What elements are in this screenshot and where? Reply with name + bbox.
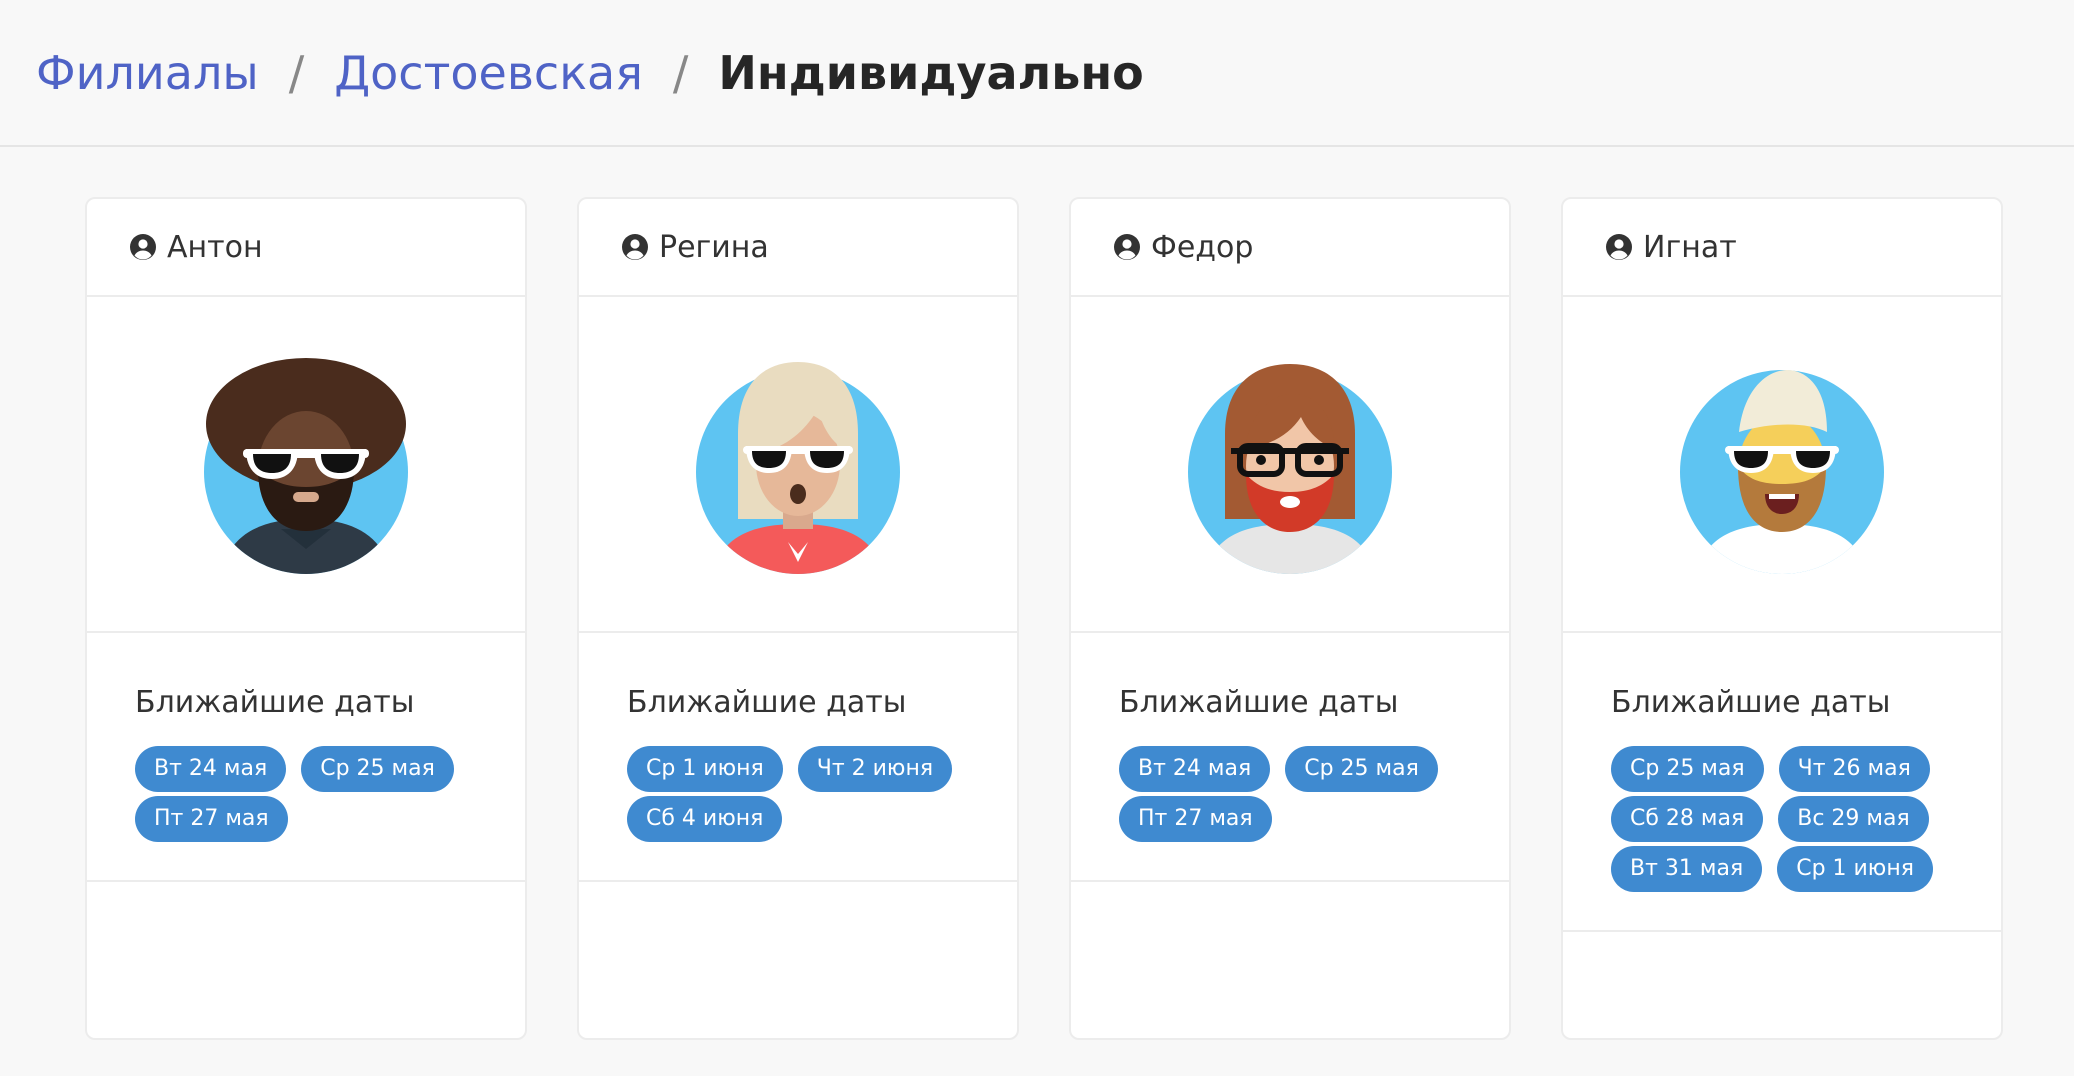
date-list: Вт 24 мая Ср 25 мая Пт 27 мая [1119,746,1467,842]
date-list: Ср 25 мая Чт 26 мая Сб 28 мая Вс 29 мая … [1611,746,1959,892]
date-pill[interactable]: Ср 25 мая [1285,746,1438,792]
date-pill[interactable]: Пт 27 мая [135,796,288,842]
avatar-container [579,297,1017,633]
card-dates-section: Ближайшие даты Вт 24 мая Ср 25 мая Пт 27… [87,633,525,882]
card-header: Регина [579,199,1017,297]
card-header: Антон [87,199,525,297]
avatar-blonde-woman-sunglasses-icon [696,362,900,574]
trainer-name: Регина [659,229,769,265]
breadcrumb: Филиалы / Достоевская / Индивидуально [0,0,2074,147]
trainer-card-regina[interactable]: Регина Ближайшие даты Ср 1 июня Чт 2 июн… [577,197,1019,1040]
date-pill[interactable]: Чт 26 мая [1778,746,1930,792]
trainer-cards: Антон Ближайшие даты Вт 24 мая Ср 25 мая… [85,197,2003,1040]
breadcrumb-link-dostoevskaya[interactable]: Достоевская [334,46,643,100]
trainer-card-anton[interactable]: Антон Ближайшие даты Вт 24 мая Ср 25 мая… [85,197,527,1040]
date-pill[interactable]: Вт 24 мая [1119,746,1271,792]
user-circle-icon [130,234,156,260]
card-dates-section: Ближайшие даты Ср 25 мая Чт 26 мая Сб 28… [1563,633,2001,932]
trainer-card-ignat[interactable]: Игнат Ближайшие даты Ср 25 мая Чт 26 мая… [1561,197,2003,1040]
avatar-container [1563,297,2001,633]
breadcrumb-separator: / [288,45,305,100]
page-title: Индивидуально [718,45,1144,100]
avatar-redhead-beard-glasses-icon [1188,364,1392,574]
date-pill[interactable]: Сб 28 мая [1611,796,1764,842]
dates-title: Ближайшие даты [1611,685,1891,720]
card-header: Федор [1071,199,1509,297]
card-footer [1563,932,2001,1038]
dates-title: Ближайшие даты [627,685,907,720]
avatar-blonde-beard-sunglasses-icon [1680,370,1884,574]
date-pill[interactable]: Вт 31 мая [1611,846,1763,892]
avatar-container [1071,297,1509,633]
user-circle-icon [1114,234,1140,260]
card-header: Игнат [1563,199,2001,297]
trainer-card-fedor[interactable]: Федор Ближайшие даты Вт 24 мая Ср 25 мая… [1069,197,1511,1040]
date-pill[interactable]: Ср 1 июня [627,746,783,792]
card-footer [1071,882,1509,1038]
trainer-name: Антон [167,229,263,265]
dates-title: Ближайшие даты [135,685,415,720]
date-pill[interactable]: Вс 29 мая [1778,796,1929,842]
avatar-afro-beard-sunglasses-icon [204,358,408,574]
user-circle-icon [622,234,648,260]
card-dates-section: Ближайшие даты Ср 1 июня Чт 2 июня Сб 4 … [579,633,1017,882]
avatar-container [87,297,525,633]
date-pill[interactable]: Вт 24 мая [135,746,287,792]
dates-title: Ближайшие даты [1119,685,1399,720]
card-footer [87,882,525,1038]
trainer-name: Федор [1151,229,1254,265]
breadcrumb-separator: / [672,45,689,100]
date-list: Ср 1 июня Чт 2 июня Сб 4 июня [627,746,975,842]
date-list: Вт 24 мая Ср 25 мая Пт 27 мая [135,746,483,842]
date-pill[interactable]: Ср 25 мая [301,746,454,792]
card-dates-section: Ближайшие даты Вт 24 мая Ср 25 мая Пт 27… [1071,633,1509,882]
date-pill[interactable]: Пт 27 мая [1119,796,1272,842]
date-pill[interactable]: Ср 1 июня [1777,846,1933,892]
trainer-name: Игнат [1643,229,1737,265]
date-pill[interactable]: Сб 4 июня [627,796,783,842]
date-pill[interactable]: Ср 25 мая [1611,746,1764,792]
breadcrumb-link-branches[interactable]: Филиалы [36,46,259,100]
date-pill[interactable]: Чт 2 июня [797,746,953,792]
card-footer [579,882,1017,1038]
user-circle-icon [1606,234,1632,260]
